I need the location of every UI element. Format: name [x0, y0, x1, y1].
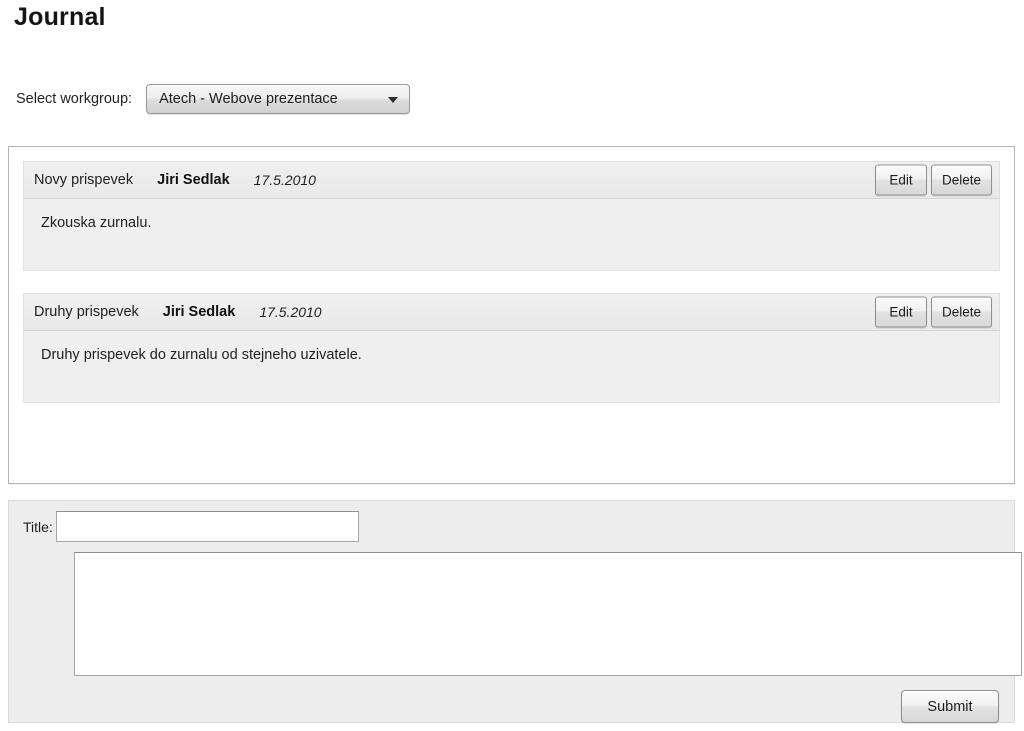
title-label: Title:: [23, 518, 53, 535]
body-textarea[interactable]: [74, 552, 1022, 676]
submit-row: Submit: [17, 690, 1002, 723]
journal-entry: Druhy prispevek Jiri Sedlak 17.5.2010 Ed…: [23, 293, 1000, 403]
submit-button[interactable]: Submit: [901, 690, 999, 723]
title-input[interactable]: [55, 511, 359, 542]
entry-date: 17.5.2010: [253, 172, 316, 188]
edit-button[interactable]: Edit: [874, 164, 927, 196]
chevron-down-icon: [388, 97, 399, 103]
entry-body: Zkouska zurnalu.: [23, 199, 1000, 271]
new-entry-form: Title: Submit: [8, 500, 1022, 723]
page-title: Journal: [14, 3, 106, 31]
entry-actions: Edit Delete: [874, 296, 992, 328]
entry-header: Druhy prispevek Jiri Sedlak 17.5.2010 Ed…: [23, 293, 1000, 331]
workgroup-select-value: Atech - Webove prezentace: [159, 91, 338, 107]
entry-date: 17.5.2010: [259, 304, 322, 320]
entry-author: Jiri Sedlak: [157, 172, 230, 188]
journal-page: Journal Select workgroup: Atech - Webove…: [0, 0, 1024, 731]
workgroup-select[interactable]: Atech - Webove prezentace: [146, 84, 411, 114]
delete-button[interactable]: Delete: [930, 296, 992, 328]
edit-button[interactable]: Edit: [874, 296, 927, 328]
journal-entries-panel: Novy prispevek Jiri Sedlak 17.5.2010 Edi…: [8, 146, 1015, 484]
entry-title: Druhy prispevek: [34, 304, 139, 320]
title-row: Title:: [17, 511, 1002, 542]
entry-actions: Edit Delete: [874, 164, 992, 196]
workgroup-selector-row: Select workgroup: Atech - Webove prezent…: [16, 84, 411, 114]
entry-title: Novy prispevek: [34, 172, 134, 188]
entry-body: Druhy prispevek do zurnalu od stejneho u…: [23, 331, 1000, 403]
workgroup-label: Select workgroup:: [16, 91, 133, 107]
entry-author: Jiri Sedlak: [162, 304, 236, 320]
journal-entry: Novy prispevek Jiri Sedlak 17.5.2010 Edi…: [23, 161, 1000, 271]
entry-header: Novy prispevek Jiri Sedlak 17.5.2010 Edi…: [23, 161, 1000, 199]
delete-button[interactable]: Delete: [930, 164, 992, 196]
